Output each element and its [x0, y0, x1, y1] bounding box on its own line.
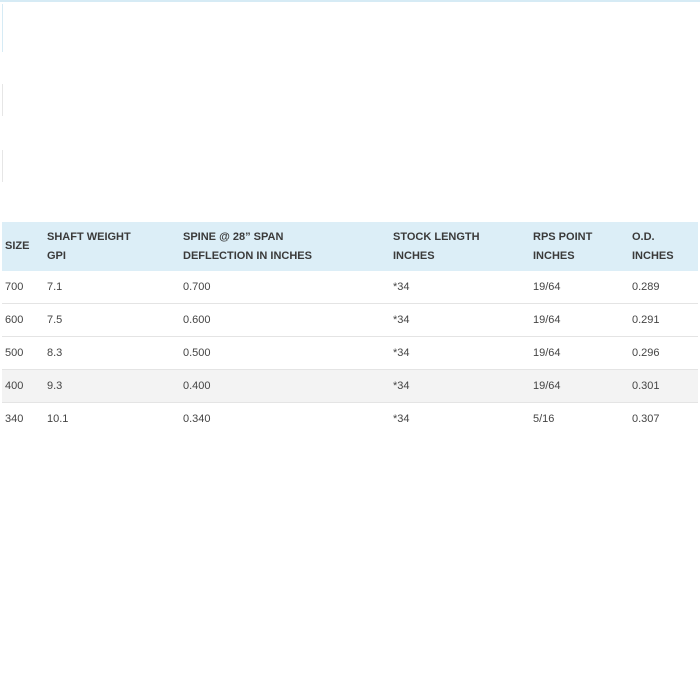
table-row: 600 7.5 0.600 *34 19/64 0.291 [2, 303, 698, 337]
header-line: SHAFT WEIGHT [47, 230, 131, 243]
header-line: DEFLECTION IN INCHES [183, 249, 312, 262]
cell-rps-point: 19/64 [530, 303, 629, 337]
cell-rps-point: 19/64 [530, 271, 629, 304]
table-row: 500 8.3 0.500 *34 19/64 0.296 [2, 336, 698, 370]
cell-rps-point: 5/16 [530, 402, 629, 435]
cell-shaft-weight: 8.3 [44, 336, 180, 370]
cell-shaft-weight: 10.1 [44, 402, 180, 435]
header-size: SIZE [2, 222, 44, 271]
cell-spine: 0.700 [180, 271, 390, 304]
cell-spine: 0.400 [180, 369, 390, 403]
cell-od: 0.289 [629, 271, 698, 304]
header-line: GPI [47, 249, 66, 262]
table-row: 340 10.1 0.340 *34 5/16 0.307 [2, 402, 698, 435]
header-line: SPINE @ 28” SPAN [183, 230, 284, 243]
table-row: 700 7.1 0.700 *34 19/64 0.289 [2, 271, 698, 304]
cell-stock-length: *34 [390, 303, 530, 337]
header-stock-length: STOCK LENGTH INCHES [390, 222, 530, 271]
cell-size: 700 [2, 271, 44, 304]
header-line: INCHES [393, 249, 435, 262]
cell-spine: 0.500 [180, 336, 390, 370]
header-line: INCHES [533, 249, 575, 262]
cell-rps-point: 19/64 [530, 336, 629, 370]
header-line: INCHES [632, 249, 674, 262]
cell-od: 0.301 [629, 369, 698, 403]
header-od: O.D. INCHES [629, 222, 698, 271]
edge-divider [2, 4, 3, 52]
header-shaft-weight: SHAFT WEIGHT GPI [44, 222, 180, 271]
cell-od: 0.307 [629, 402, 698, 435]
header-line: SIZE [5, 240, 30, 252]
cell-stock-length: *34 [390, 369, 530, 403]
cell-shaft-weight: 7.5 [44, 303, 180, 337]
header-line: RPS POINT [533, 230, 593, 243]
page: SIZE SHAFT WEIGHT GPI SPINE @ 28” SPAN D… [0, 0, 700, 700]
header-line: STOCK LENGTH [393, 230, 480, 243]
table-row: 400 9.3 0.400 *34 19/64 0.301 [2, 369, 698, 403]
cell-size: 340 [2, 402, 44, 435]
header-spine: SPINE @ 28” SPAN DEFLECTION IN INCHES [180, 222, 390, 271]
cell-stock-length: *34 [390, 271, 530, 304]
top-divider [0, 0, 700, 2]
cell-size: 400 [2, 369, 44, 403]
shaft-spec-table: SIZE SHAFT WEIGHT GPI SPINE @ 28” SPAN D… [2, 222, 698, 435]
cell-od: 0.296 [629, 336, 698, 370]
table-header-row: SIZE SHAFT WEIGHT GPI SPINE @ 28” SPAN D… [2, 222, 698, 271]
cell-size: 600 [2, 303, 44, 337]
cell-shaft-weight: 7.1 [44, 271, 180, 304]
edge-divider [2, 84, 3, 116]
cell-shaft-weight: 9.3 [44, 369, 180, 403]
header-rps-point: RPS POINT INCHES [530, 222, 629, 271]
cell-size: 500 [2, 336, 44, 370]
cell-spine: 0.340 [180, 402, 390, 435]
header-line: O.D. [632, 230, 655, 243]
cell-od: 0.291 [629, 303, 698, 337]
cell-stock-length: *34 [390, 402, 530, 435]
cell-rps-point: 19/64 [530, 369, 629, 403]
cell-spine: 0.600 [180, 303, 390, 337]
edge-divider [2, 150, 3, 182]
cell-stock-length: *34 [390, 336, 530, 370]
